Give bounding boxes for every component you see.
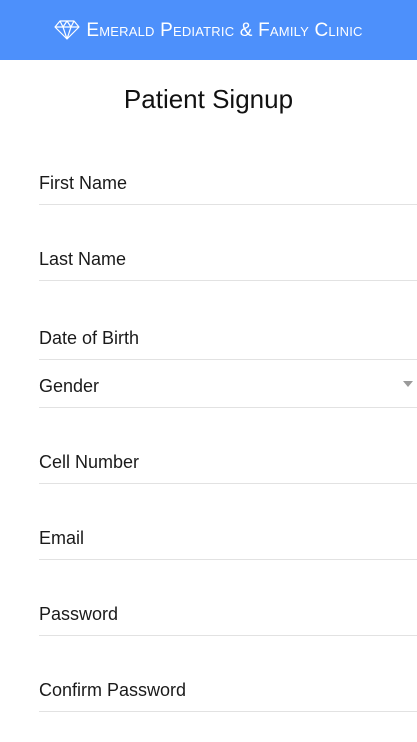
last-name-input[interactable]	[39, 233, 417, 280]
last-name-field[interactable]: Last Name	[39, 233, 417, 281]
diamond-icon	[54, 20, 80, 40]
email-input[interactable]	[39, 512, 417, 559]
email-field[interactable]: Email	[39, 512, 417, 560]
date-of-birth-field[interactable]: Date of Birth	[39, 312, 417, 360]
confirm-password-field[interactable]: Confirm Password	[39, 664, 417, 712]
app-header: Emerald Pediatric & Family Clinic	[0, 0, 417, 60]
date-of-birth-input[interactable]	[39, 312, 417, 359]
gender-label: Gender	[39, 376, 100, 396]
password-input[interactable]	[39, 588, 417, 635]
password-field[interactable]: Password	[39, 588, 417, 636]
cell-number-field[interactable]: Cell Number	[39, 436, 417, 484]
clinic-name: Emerald Pediatric & Family Clinic	[86, 19, 363, 41]
confirm-password-input[interactable]	[39, 664, 417, 711]
first-name-field[interactable]: First Name	[39, 157, 417, 205]
first-name-input[interactable]	[39, 157, 417, 204]
gender-select[interactable]: Gender	[39, 360, 417, 408]
chevron-down-icon[interactable]	[403, 381, 413, 387]
cell-number-input[interactable]	[39, 436, 417, 483]
clinic-brand: Emerald Pediatric & Family Clinic	[54, 20, 362, 40]
page-title: Patient Signup	[123, 84, 294, 114]
